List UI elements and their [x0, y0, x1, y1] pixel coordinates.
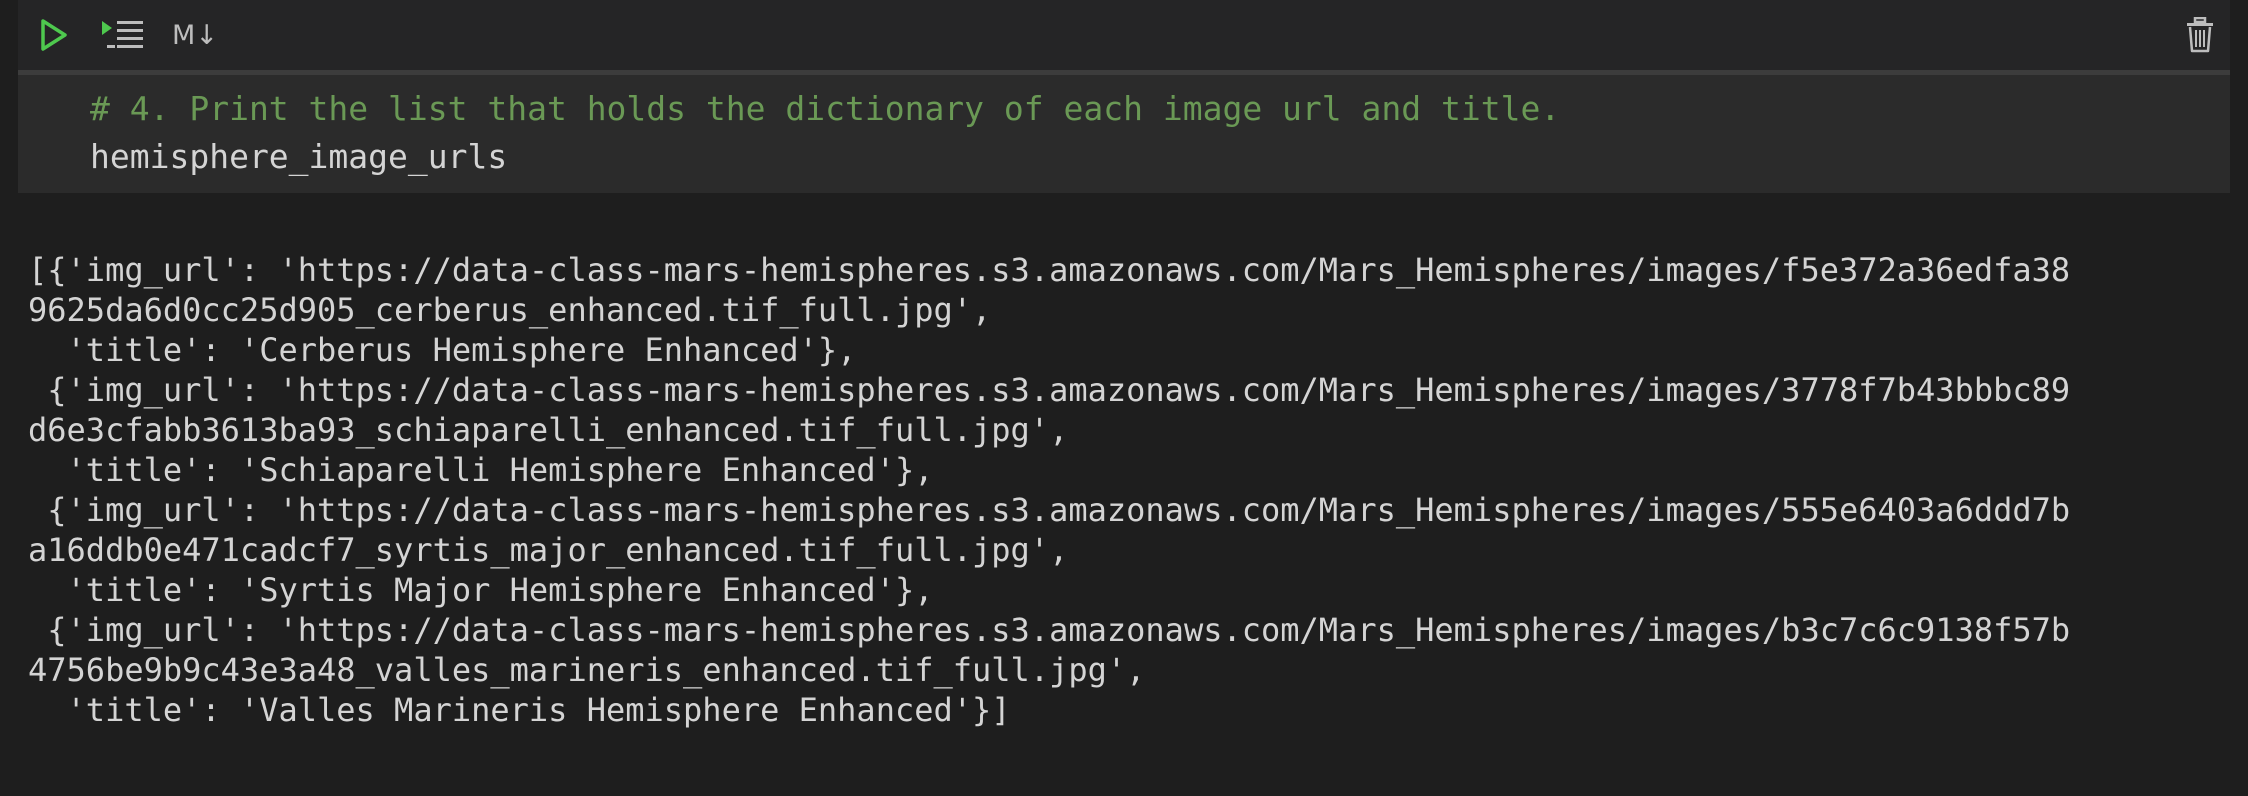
output-line: a16ddb0e471cadcf7_syrtis_major_enhanced.…	[28, 531, 1069, 569]
output-line: 'title': 'Syrtis Major Hemisphere Enhanc…	[28, 571, 934, 609]
play-icon	[41, 19, 67, 51]
notebook-cell-view: M↓ # 4. Print the list that holds the di…	[0, 0, 2248, 796]
markdown-label: M↓	[172, 19, 218, 51]
code-variable-line: hemisphere_image_urls	[90, 137, 508, 176]
run-below-icon	[102, 21, 143, 48]
output-line: 'title': 'Valles Marineris Hemisphere En…	[28, 691, 1011, 729]
output-line: {'img_url': 'https://data-class-mars-hem…	[28, 611, 2071, 649]
output-line: {'img_url': 'https://data-class-mars-hem…	[28, 371, 2071, 409]
output-line: [{'img_url': 'https://data-class-mars-he…	[28, 251, 2071, 289]
output-line: 9625da6d0cc25d905_cerberus_enhanced.tif_…	[28, 291, 992, 329]
trash-icon	[2187, 17, 2213, 53]
output-line: 'title': 'Schiaparelli Hemisphere Enhanc…	[28, 451, 934, 489]
output-line: 4756be9b9c43e3a48_valles_marineris_enhan…	[28, 651, 1146, 689]
output-line: {'img_url': 'https://data-class-mars-hem…	[28, 491, 2071, 529]
code-comment-line: # 4. Print the list that holds the dicti…	[90, 89, 1561, 128]
run-cell-button[interactable]	[34, 14, 74, 56]
markdown-toggle-button[interactable]: M↓	[168, 14, 222, 56]
cell-output: [{'img_url': 'https://data-class-mars-he…	[28, 250, 2238, 730]
delete-cell-button[interactable]	[2180, 14, 2220, 56]
output-line: 'title': 'Cerberus Hemisphere Enhanced'}…	[28, 331, 857, 369]
run-below-button[interactable]	[96, 14, 152, 56]
code-editor[interactable]: # 4. Print the list that holds the dicti…	[18, 75, 2230, 193]
cell-toolbar: M↓	[18, 0, 2230, 70]
output-line: d6e3cfabb3613ba93_schiaparelli_enhanced.…	[28, 411, 1069, 449]
